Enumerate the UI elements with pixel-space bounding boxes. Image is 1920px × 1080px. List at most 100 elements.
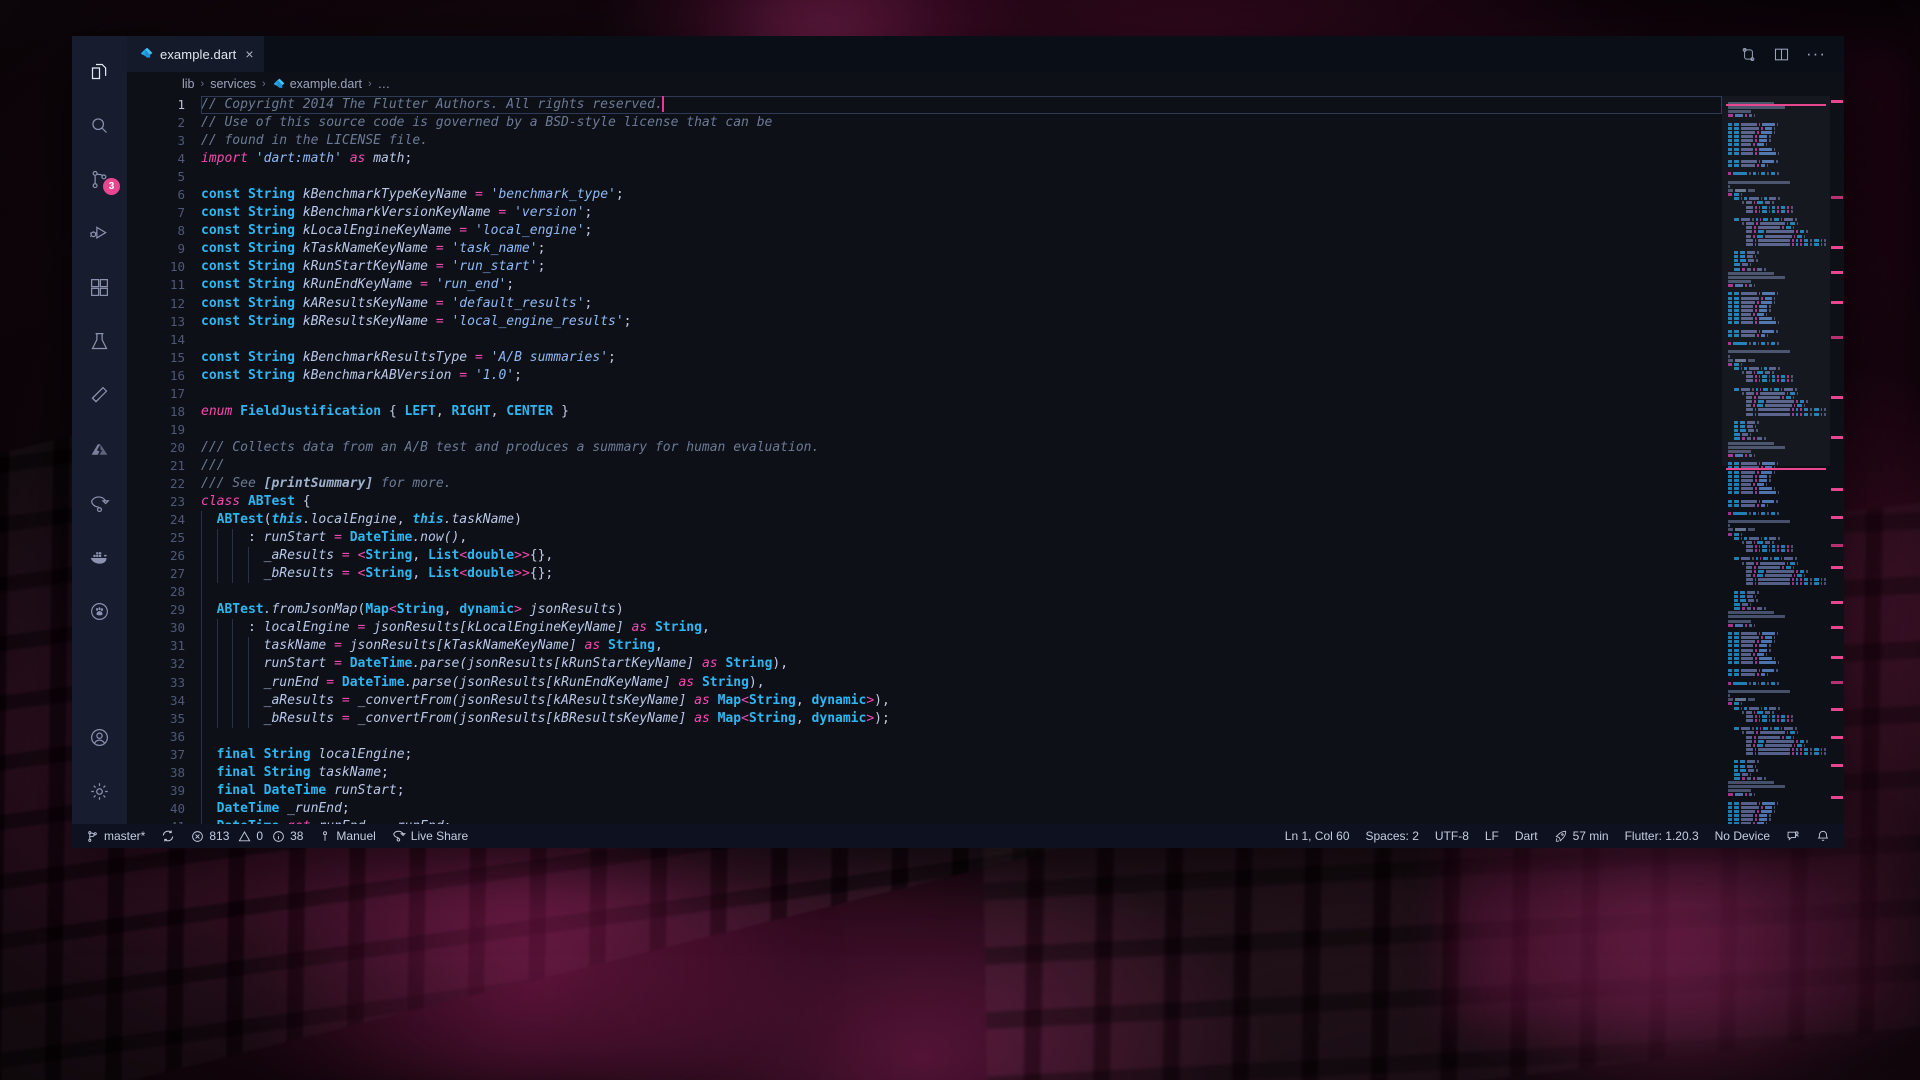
- status-remote-user[interactable]: Manuel: [311, 824, 383, 848]
- code-line[interactable]: 21 ///: [127, 457, 1722, 475]
- close-icon[interactable]: ×: [245, 47, 253, 61]
- code-line[interactable]: 19: [127, 421, 1722, 439]
- accounts-button[interactable]: [72, 710, 127, 764]
- status-notifications[interactable]: [1808, 824, 1838, 848]
- status-feedback[interactable]: [1778, 824, 1808, 848]
- code-line[interactable]: 40 DateTime _runEnd;: [127, 799, 1722, 818]
- code-line[interactable]: 24 ABTest(this.localEngine, this.taskNam…: [127, 511, 1722, 530]
- status-cursor-position[interactable]: Ln 1, Col 60: [1277, 824, 1358, 848]
- status-device[interactable]: No Device: [1707, 824, 1778, 848]
- indent-guide: [247, 655, 249, 674]
- compare-icon[interactable]: [1740, 46, 1757, 63]
- minimap-token: [1790, 561, 1795, 565]
- code-line[interactable]: 15 const String kBenchmarkResultsType = '…: [127, 349, 1722, 367]
- status-eol[interactable]: LF: [1477, 824, 1507, 848]
- sidebar-item-extensions[interactable]: [72, 260, 127, 314]
- code-line[interactable]: 34 _aResults = _convertFrom(jsonResults[…: [127, 691, 1722, 710]
- code-line[interactable]: 28: [127, 583, 1722, 602]
- code-line[interactable]: 27 _bResults = <String, List<double>>{};: [127, 565, 1722, 584]
- code-line[interactable]: 32 runStart = DateTime.parse(jsonResults…: [127, 655, 1722, 674]
- status-problems[interactable]: 813 0 38: [183, 824, 311, 848]
- split-editor-icon[interactable]: [1773, 46, 1790, 63]
- status-flutter-version[interactable]: Flutter: 1.20.3: [1617, 824, 1707, 848]
- code-line[interactable]: 41 DateTime get runEnd ⇒ _runEnd;: [127, 817, 1722, 824]
- code-line[interactable]: 39 final DateTime runStart;: [127, 781, 1722, 800]
- status-branch[interactable]: master*: [78, 824, 153, 848]
- code-token: ;: [537, 241, 546, 257]
- status-sync[interactable]: [153, 824, 183, 848]
- breadcrumb-item-services[interactable]: services: [210, 77, 256, 91]
- status-encoding[interactable]: UTF-8: [1427, 824, 1477, 848]
- sidebar-item-search[interactable]: [72, 98, 127, 152]
- minimap-line: [1728, 590, 1826, 594]
- code-line[interactable]: 23 class ABTest {: [127, 493, 1722, 511]
- code-line[interactable]: 22 /// See [printSummary] for more.: [127, 475, 1722, 493]
- breadcrumb-item-example-dart[interactable]: example.dart: [272, 77, 362, 91]
- minimap-line: [1728, 640, 1826, 644]
- code-line[interactable]: 18 enum FieldJustification { LEFT, RIGHT,…: [127, 403, 1722, 421]
- sidebar-item-source-control[interactable]: 3: [72, 152, 127, 206]
- code-line[interactable]: 30 : localEngine = jsonResults[kLocalEng…: [127, 619, 1722, 638]
- status-live-share[interactable]: Live Share: [384, 824, 476, 848]
- code-line[interactable]: 26 _aResults = <String, List<double>>{},: [127, 547, 1722, 566]
- overview-ruler[interactable]: [1830, 96, 1844, 824]
- code-line[interactable]: 5: [127, 168, 1722, 186]
- code-line[interactable]: 4 import 'dart:math' as math;: [127, 150, 1722, 168]
- sidebar-item-explorer[interactable]: [72, 44, 127, 98]
- breadcrumb-item-symbols[interactable]: …: [378, 77, 391, 91]
- code-line[interactable]: 1 // Copyright 2014 The Flutter Authors. …: [127, 96, 1722, 114]
- minimap-token: [1754, 582, 1757, 586]
- code-line[interactable]: 3 // found in the LICENSE file.: [127, 132, 1722, 150]
- sidebar-item-azure[interactable]: [72, 422, 127, 476]
- sidebar-item-docker[interactable]: [72, 530, 127, 584]
- code-line[interactable]: 11 const String kRunEndKeyName = 'run_end…: [127, 276, 1722, 294]
- minimap-token: [1734, 727, 1739, 731]
- activity-bar: 3: [72, 36, 127, 824]
- tab-example-dart[interactable]: example.dart ×: [127, 36, 265, 72]
- code-line[interactable]: 31 taskName = jsonResults[kTaskNameKeyNa…: [127, 637, 1722, 656]
- sidebar-item-testing[interactable]: [72, 314, 127, 368]
- code-line[interactable]: 12 const String kAResultsKeyName = 'defau…: [127, 295, 1722, 313]
- status-indentation[interactable]: Spaces: 2: [1358, 824, 1427, 848]
- code-line[interactable]: 13 const String kBResultsKeyName = 'local…: [127, 313, 1722, 331]
- status-language-mode[interactable]: Dart: [1507, 824, 1546, 848]
- code-line[interactable]: 10 const String kRunStartKeyName = 'run_s…: [127, 258, 1722, 276]
- code-line[interactable]: 14: [127, 331, 1722, 349]
- code-line[interactable]: 17: [127, 385, 1722, 403]
- code-scroll[interactable]: 1 // Copyright 2014 The Flutter Authors. …: [127, 96, 1722, 824]
- code-line[interactable]: 29 ABTest.fromJsonMap(Map<String, dynami…: [127, 601, 1722, 620]
- minimap-token: [1773, 636, 1776, 640]
- minimap-line: [1728, 747, 1826, 751]
- minimap-token: [1744, 536, 1748, 540]
- ellipsis-icon[interactable]: ···: [1806, 45, 1826, 62]
- code-line[interactable]: 35 _bResults = _convertFrom(jsonResults[…: [127, 709, 1722, 728]
- sidebar-item-live-share[interactable]: [72, 476, 127, 530]
- sidebar-item-run-and-debug[interactable]: [72, 206, 127, 260]
- code-line[interactable]: 16 const String kBenchmarkABVersion = '1.…: [127, 367, 1722, 385]
- sidebar-item-pets[interactable]: [72, 584, 127, 638]
- minimap-token: [1755, 714, 1757, 718]
- status-wakatime[interactable]: 57 min: [1546, 824, 1617, 848]
- sidebar-item-flutter[interactable]: [72, 368, 127, 422]
- line-source: const String kBenchmarkResultsType = 'A/…: [201, 349, 616, 367]
- code-line[interactable]: 20 /// Collects data from an A/B test and…: [127, 439, 1722, 457]
- code-content[interactable]: 1 // Copyright 2014 The Flutter Authors. …: [127, 96, 1722, 824]
- code-line[interactable]: 8 const String kLocalEngineKeyName = 'loc…: [127, 222, 1722, 240]
- minimap-slider[interactable]: [1722, 96, 1830, 466]
- code-line[interactable]: 38 final String taskName;: [127, 763, 1722, 782]
- breadcrumb-item-lib[interactable]: lib: [182, 77, 195, 91]
- code-line[interactable]: 33 _runEnd = DateTime.parse(jsonResults[…: [127, 673, 1722, 692]
- indent-guide: [201, 709, 202, 728]
- minimap-token: [1754, 594, 1757, 598]
- code-line[interactable]: 7 const String kBenchmarkVersionKeyName =…: [127, 204, 1722, 222]
- code-line[interactable]: 6 const String kBenchmarkTypeKeyName = 'b…: [127, 186, 1722, 204]
- warning-icon: [238, 830, 251, 843]
- minimap[interactable]: [1722, 96, 1830, 824]
- settings-button[interactable]: [72, 764, 127, 818]
- code-line[interactable]: 36: [127, 727, 1722, 746]
- code-line[interactable]: 25 : runStart = DateTime.now(),: [127, 529, 1722, 548]
- code-line[interactable]: 37 final String localEngine;: [127, 745, 1722, 764]
- code-line[interactable]: 2 // Use of this source code is governed …: [127, 114, 1722, 132]
- code-line[interactable]: 9 const String kTaskNameKeyName = 'task_n…: [127, 240, 1722, 258]
